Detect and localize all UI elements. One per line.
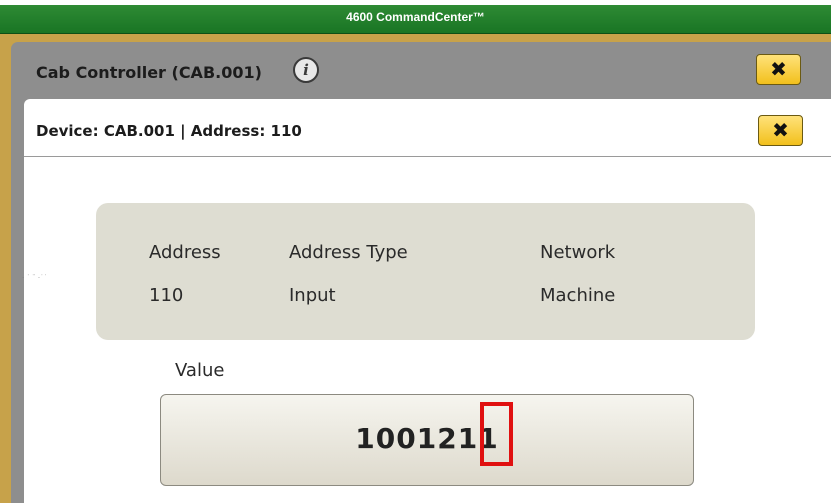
outer-dialog-title: Cab Controller (CAB.001) [36, 63, 262, 82]
decorative-artifact: · ˙ ¨ ·˙˙ [22, 274, 48, 282]
digit-highlight-box [480, 402, 513, 466]
address-info-panel [96, 203, 755, 340]
window-title: 4600 CommandCenter™ [346, 10, 485, 24]
address-type-label: Address Type [289, 242, 408, 263]
address-label: Address [149, 242, 221, 263]
close-icon: ✖ [770, 57, 787, 81]
address-type-value: Input [289, 285, 336, 306]
outer-close-button[interactable]: ✖ [756, 54, 801, 85]
title-bar: 4600 CommandCenter™ [0, 0, 831, 34]
inner-close-button[interactable]: ✖ [758, 115, 803, 146]
inner-dialog-title: Device: CAB.001 | Address: 110 [36, 122, 302, 140]
value-button[interactable]: 1001211 [160, 394, 694, 486]
address-value: 110 [149, 285, 184, 306]
network-value: Machine [540, 285, 616, 306]
value-label: Value [175, 360, 225, 381]
value-display: 1001211 [355, 422, 499, 455]
info-icon[interactable]: i [293, 57, 319, 83]
network-label: Network [540, 242, 616, 263]
close-icon: ✖ [772, 118, 789, 142]
